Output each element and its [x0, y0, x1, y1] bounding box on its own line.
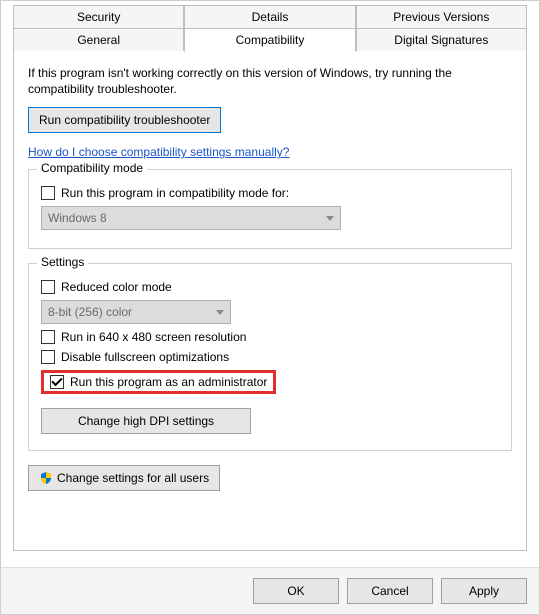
intro-text: If this program isn't working correctly …	[28, 65, 512, 97]
checkbox-icon	[41, 280, 55, 294]
run-as-admin-checkbox[interactable]: Run this program as an administrator	[50, 375, 267, 389]
checkbox-icon	[41, 350, 55, 364]
color-depth-value: 8-bit (256) color	[48, 305, 132, 319]
apply-button[interactable]: Apply	[441, 578, 527, 604]
properties-dialog: Security Details Previous Versions Gener…	[0, 0, 540, 615]
compat-os-value: Windows 8	[48, 211, 107, 225]
reduced-color-checkbox[interactable]: Reduced color mode	[41, 280, 499, 294]
run-as-admin-label: Run this program as an administrator	[70, 375, 267, 389]
run-as-admin-highlight: Run this program as an administrator	[41, 370, 276, 394]
group-compat-title: Compatibility mode	[37, 161, 147, 175]
change-dpi-button[interactable]: Change high DPI settings	[41, 408, 251, 434]
tab-digital-signatures[interactable]: Digital Signatures	[356, 28, 527, 52]
shield-icon	[39, 471, 53, 485]
tab-general[interactable]: General	[13, 28, 184, 52]
checkbox-icon	[41, 330, 55, 344]
checkbox-checked-icon	[50, 375, 64, 389]
change-all-users-label: Change settings for all users	[57, 471, 209, 485]
cancel-button[interactable]: Cancel	[347, 578, 433, 604]
disable-fullscreen-label: Disable fullscreen optimizations	[61, 350, 229, 364]
tab-compatibility[interactable]: Compatibility	[184, 28, 355, 52]
group-settings-title: Settings	[37, 255, 88, 269]
tab-panel-compatibility: If this program isn't working correctly …	[13, 51, 527, 551]
help-link[interactable]: How do I choose compatibility settings m…	[28, 145, 289, 159]
tab-strip: Security Details Previous Versions Gener…	[1, 1, 539, 551]
dialog-button-bar: OK Cancel Apply	[1, 567, 539, 614]
tab-details[interactable]: Details	[184, 5, 355, 28]
disable-fullscreen-checkbox[interactable]: Disable fullscreen optimizations	[41, 350, 499, 364]
reduced-color-label: Reduced color mode	[61, 280, 172, 294]
ok-button[interactable]: OK	[253, 578, 339, 604]
chevron-down-icon	[326, 216, 334, 221]
compat-os-select: Windows 8	[41, 206, 341, 230]
chevron-down-icon	[216, 310, 224, 315]
run-640x480-checkbox[interactable]: Run in 640 x 480 screen resolution	[41, 330, 499, 344]
run-640x480-label: Run in 640 x 480 screen resolution	[61, 330, 246, 344]
tab-previous-versions[interactable]: Previous Versions	[356, 5, 527, 28]
group-settings: Settings Reduced color mode 8-bit (256) …	[28, 263, 512, 451]
color-depth-select: 8-bit (256) color	[41, 300, 231, 324]
compat-mode-label: Run this program in compatibility mode f…	[61, 186, 289, 200]
tab-security[interactable]: Security	[13, 5, 184, 28]
change-all-users-button[interactable]: Change settings for all users	[28, 465, 220, 491]
group-compatibility-mode: Compatibility mode Run this program in c…	[28, 169, 512, 249]
run-troubleshooter-button[interactable]: Run compatibility troubleshooter	[28, 107, 221, 133]
checkbox-icon	[41, 186, 55, 200]
compat-mode-checkbox[interactable]: Run this program in compatibility mode f…	[41, 186, 499, 200]
